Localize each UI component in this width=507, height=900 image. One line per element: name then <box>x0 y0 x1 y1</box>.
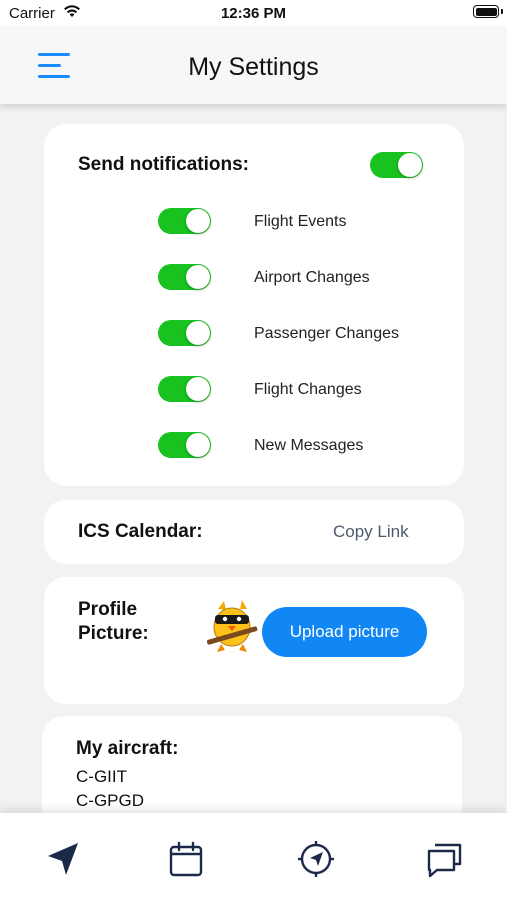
passenger-changes-toggle[interactable] <box>158 320 211 346</box>
ics-calendar-label: ICS Calendar: <box>78 521 203 542</box>
battery-icon <box>473 5 503 18</box>
notifications-card: Send notifications: Flight Events Airpor… <box>44 124 464 486</box>
profile-picture-card: Profile Picture: Upload picture <box>44 577 464 704</box>
new-messages-label: New Messages <box>254 437 364 454</box>
aircraft-title: My aircraft: <box>76 738 179 759</box>
upload-picture-button[interactable]: Upload picture <box>262 607 427 657</box>
airport-changes-label: Airport Changes <box>254 269 370 286</box>
send-notifications-toggle[interactable] <box>370 152 423 178</box>
list-item: C-GPGD <box>76 791 144 810</box>
my-aircraft-card: My aircraft: C-GIIT C-GPGD <box>42 716 462 826</box>
flight-changes-label: Flight Changes <box>254 381 362 398</box>
notifications-title: Send notifications: <box>78 154 249 175</box>
page-title: My Settings <box>188 53 319 81</box>
calendar-icon[interactable] <box>166 839 206 879</box>
chat-icon[interactable] <box>424 839 464 879</box>
status-bar: Carrier 12:36 PM <box>0 0 507 26</box>
header: My Settings <box>0 26 507 104</box>
tab-bar <box>0 813 507 900</box>
ics-calendar-card: ICS Calendar: Copy Link <box>44 500 464 564</box>
navigation-arrow-icon[interactable] <box>44 839 84 879</box>
status-time: 12:36 PM <box>220 5 287 22</box>
flight-events-toggle[interactable] <box>158 208 211 234</box>
flight-events-label: Flight Events <box>254 213 347 230</box>
copy-link-button[interactable]: Copy Link <box>333 522 409 542</box>
new-messages-toggle[interactable] <box>158 432 211 458</box>
profile-picture-label: Profile Picture: <box>78 599 149 644</box>
passenger-changes-label: Passenger Changes <box>254 325 399 342</box>
flight-changes-toggle[interactable] <box>158 376 211 402</box>
aircraft-list: C-GIIT C-GPGD <box>76 765 144 813</box>
compass-icon[interactable] <box>296 839 336 879</box>
avatar <box>204 599 260 655</box>
airport-changes-toggle[interactable] <box>158 264 211 290</box>
list-item: C-GIIT <box>76 767 127 786</box>
